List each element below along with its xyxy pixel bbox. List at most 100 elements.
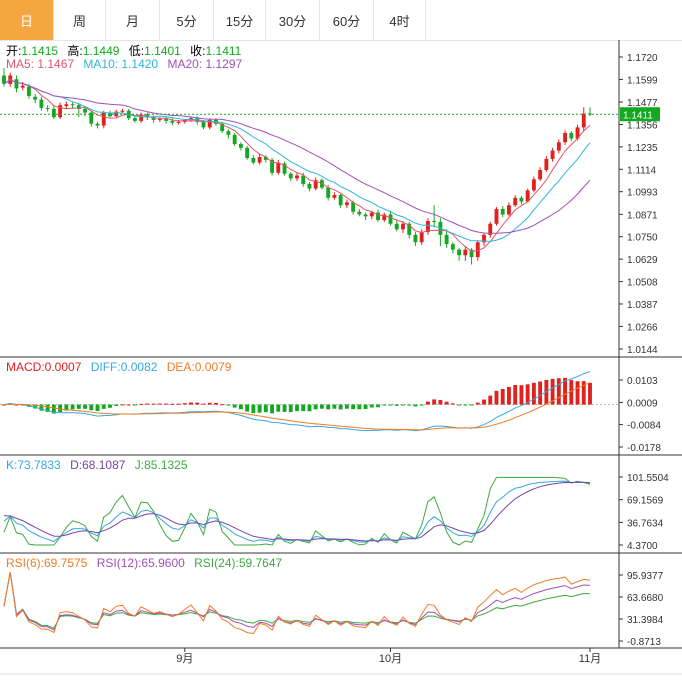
macd-tick-label: 0.0009 (627, 398, 658, 409)
macd-bar (500, 389, 505, 405)
macd-bar (382, 404, 387, 406)
macd-bar (469, 404, 474, 406)
price-tick-label: 1.0993 (627, 188, 658, 199)
rsi-tick-label: 95.9377 (627, 571, 664, 582)
price-tick-label: 1.0629 (627, 255, 658, 266)
candle-body (45, 107, 50, 109)
candle-body (569, 132, 574, 139)
candle-body (432, 220, 437, 222)
macd-bar (482, 399, 486, 405)
candle-body (120, 110, 125, 112)
macd-bar (494, 390, 499, 405)
macd-bar (332, 404, 337, 409)
candle-body (463, 249, 468, 256)
candle-body (20, 85, 25, 88)
macd-bar (338, 404, 343, 410)
candle-body (332, 195, 337, 198)
macd-bar (432, 399, 437, 405)
candle-body (563, 132, 567, 143)
price-tick-label: 1.1356 (627, 120, 658, 131)
candle-body (39, 99, 44, 108)
candle-body (238, 144, 243, 148)
rsi-tick-label: 31.3984 (627, 615, 664, 626)
macd-bar (556, 378, 561, 405)
macd-bar (145, 403, 150, 405)
price-tick-label: 1.0871 (627, 210, 658, 221)
price-tick-label: 1.1114 (627, 165, 657, 176)
price-tick-label: 1.0266 (627, 322, 658, 333)
macd-bar (257, 404, 262, 413)
candle-body (351, 202, 356, 212)
macd-bar (176, 403, 181, 405)
macd-bar (282, 404, 287, 412)
macd-tick-label: -0.0084 (627, 421, 661, 432)
macd-bar (326, 404, 331, 410)
candle-body (401, 223, 405, 230)
macd-bar (195, 402, 200, 405)
candle-body (450, 244, 455, 250)
macd-bar (369, 404, 374, 408)
candle-body (251, 157, 256, 163)
candle-body (338, 195, 343, 206)
ma10-line (3, 79, 591, 242)
candle-body (531, 179, 536, 191)
macd-bar (320, 404, 324, 409)
candle-body (513, 197, 518, 206)
candle-body (295, 175, 299, 179)
macd-bar (301, 404, 306, 412)
macd-bar (251, 404, 256, 414)
macd-bar (488, 395, 493, 405)
macd-bar (295, 404, 299, 412)
macd-bar (182, 403, 187, 405)
candle-body (394, 223, 399, 230)
candle-body (33, 96, 38, 100)
ma5-line (3, 79, 591, 252)
price-tick-label: 1.1235 (627, 143, 658, 154)
kdj-tick-label: 4.3700 (627, 541, 658, 552)
candle-body (95, 123, 100, 126)
rsi-tick-label: -0.8713 (627, 637, 661, 648)
x-tick-label: 11月 (579, 653, 601, 665)
macd-bar (513, 385, 518, 405)
macd-bar (419, 404, 424, 406)
x-tick-label: 9月 (176, 653, 193, 665)
candle-body (363, 214, 368, 217)
macd-bar (519, 385, 524, 405)
macd-bar (357, 404, 362, 410)
macd-bar (457, 404, 462, 406)
macd-bar (394, 404, 399, 406)
macd-bar (569, 380, 574, 405)
macd-bar (351, 404, 356, 410)
candle-body (444, 234, 449, 245)
candle-body (413, 234, 418, 243)
macd-bar (407, 404, 412, 406)
candle-body (164, 119, 169, 121)
macd-bar (232, 404, 237, 408)
macd-bar (307, 404, 312, 412)
macd-bar (126, 404, 131, 406)
candle-body (556, 142, 561, 151)
macd-bar (70, 404, 75, 410)
macd-bar (588, 382, 592, 405)
macd-bar (95, 404, 100, 412)
macd-bar (270, 404, 274, 414)
candle-body (507, 205, 511, 215)
d-line (3, 481, 591, 542)
price-tick-label: 1.0144 (627, 345, 658, 356)
macd-bar (132, 404, 137, 406)
macd-bar (538, 381, 543, 405)
macd-tick-label: -0.0178 (627, 443, 661, 454)
macd-bar (388, 404, 393, 406)
macd-bar (83, 404, 87, 409)
candle-body (519, 197, 524, 202)
rsi-tick-label: 63.6680 (627, 593, 664, 604)
macd-bar (170, 403, 175, 405)
last-price-label: 1.1411 (623, 110, 653, 121)
price-tick-label: 1.1720 (627, 53, 658, 64)
macd-bar (226, 404, 231, 406)
macd-bar (108, 404, 112, 408)
macd-bar (363, 404, 368, 409)
macd-bar (207, 402, 212, 405)
macd-bar (313, 404, 318, 410)
macd-bar (344, 404, 349, 409)
